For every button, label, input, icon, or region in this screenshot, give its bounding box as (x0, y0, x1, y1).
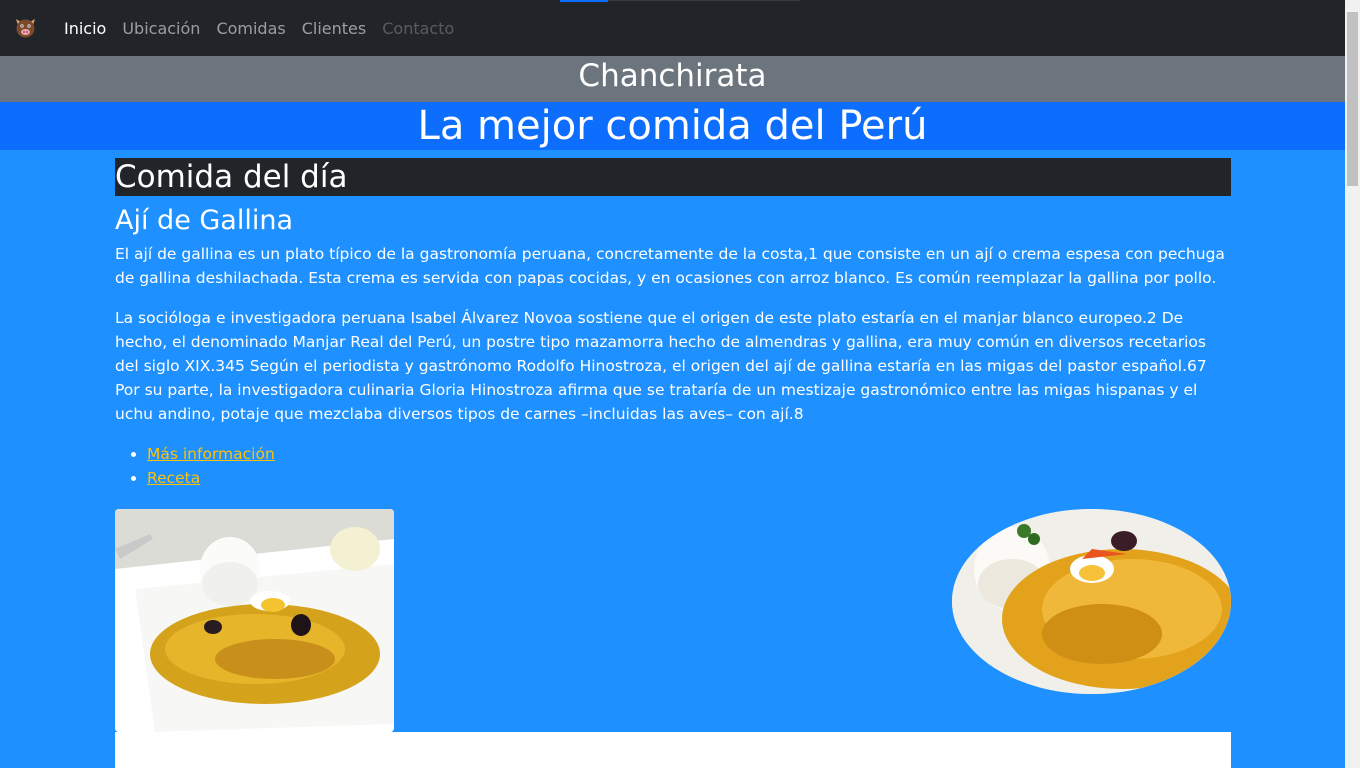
list-item: Receta (147, 466, 1231, 490)
nav-link-inicio[interactable]: Inicio (64, 19, 106, 38)
next-section-panel (115, 732, 1231, 768)
nav-link-comidas[interactable]: Comidas (216, 19, 285, 38)
dish-photo-oval (952, 509, 1231, 694)
nav-link-ubicacion[interactable]: Ubicación (122, 19, 200, 38)
site-title-band: Chanchirata (0, 56, 1345, 102)
dish-description: El ají de gallina es un plato típico de … (115, 245, 1225, 287)
list-item: Más información (147, 442, 1231, 466)
main-content: Comida del día Ají de Gallina El ají de … (115, 158, 1231, 490)
site-title: Chanchirata (578, 58, 767, 94)
site-subtitle: La mejor comida del Perú (417, 103, 928, 149)
dish-links: Más información Receta (115, 442, 1231, 490)
nav-links: Inicio Ubicación Comidas Clientes Contac… (64, 0, 470, 56)
nav-accent-line (560, 0, 608, 2)
section-title: Comida del día (115, 158, 1231, 196)
navbar: Inicio Ubicación Comidas Clientes Contac… (0, 0, 1345, 56)
site-subtitle-band: La mejor comida del Perú (0, 102, 1345, 150)
more-info-link[interactable]: Más información (147, 445, 275, 463)
nav-link-clientes[interactable]: Clientes (302, 19, 367, 38)
nav-accent-line-secondary (608, 0, 800, 1)
dish-name: Ají de Gallina (115, 205, 294, 236)
pig-face-icon[interactable] (13, 15, 38, 40)
nav-link-contacto: Contacto (382, 18, 455, 38)
recipe-link[interactable]: Receta (147, 469, 200, 487)
scrollbar-thumb[interactable] (1347, 12, 1358, 186)
dish-photo-plate (115, 509, 394, 732)
dish-history: La socióloga e investigadora peruana Isa… (115, 309, 1207, 423)
page-scrollbar[interactable] (1345, 0, 1360, 768)
